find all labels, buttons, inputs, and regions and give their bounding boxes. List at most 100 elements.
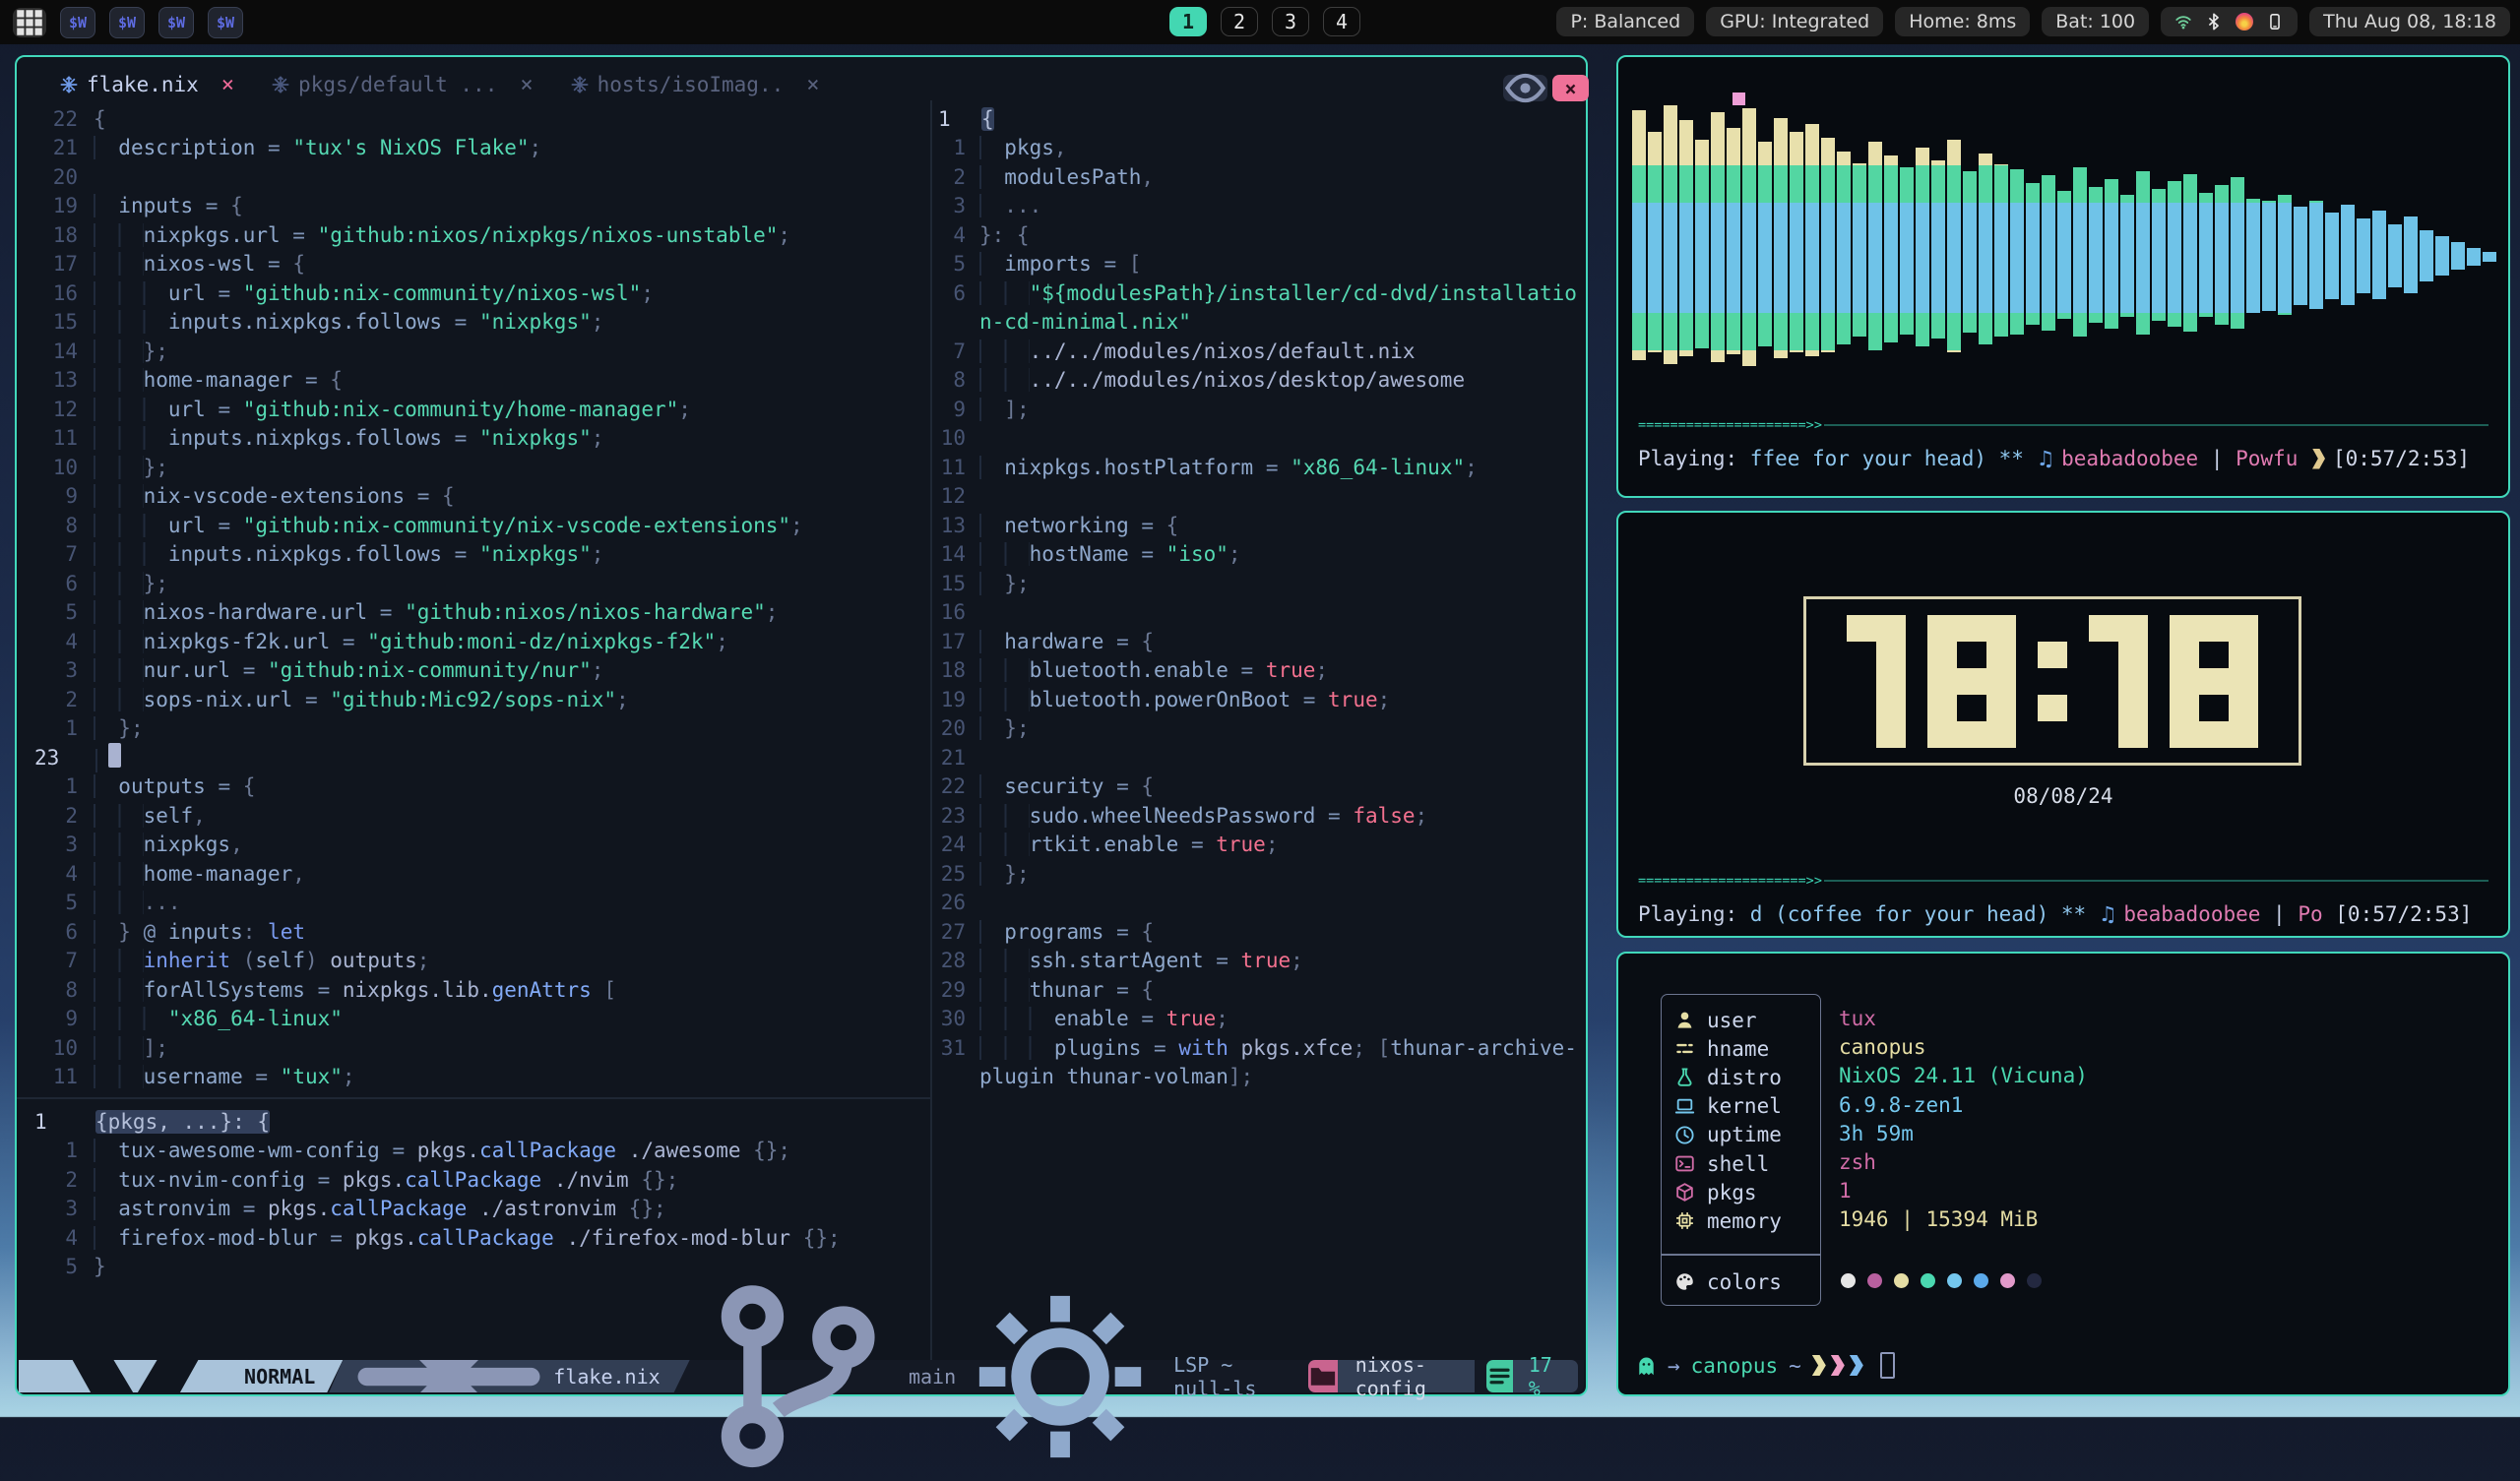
now-playing-line: Playing: d (coffee for your head) ** ♫ b… [1638, 902, 2488, 926]
track-progress-bar: =====================>> [1638, 873, 2488, 889]
vertical-split-divider[interactable] [930, 100, 932, 1365]
code-pane-flake[interactable]: 22{21 description = "tux's NixOS Flake";… [32, 104, 926, 1091]
code-line: 10 [936, 424, 1582, 454]
code-line: 29 thunar = { [936, 975, 1582, 1005]
clock-digit [1847, 615, 1906, 748]
digital-clock [1803, 596, 2301, 766]
pkgs-icon [1674, 1182, 1695, 1203]
code-line: 17 hardware = { [936, 627, 1582, 656]
code-line: 23 sudo.wheelNeedsPassword = false; [936, 801, 1582, 831]
tab-label: pkgs/default ... [298, 73, 497, 96]
tag-3[interactable]: 3 [1272, 7, 1309, 36]
visualizer-column [1884, 155, 1898, 342]
launcher-button[interactable] [13, 8, 46, 37]
code-pane-pkgs-default[interactable]: 1{pkgs, ...}: {1 tux-awesome-wm-config =… [32, 1107, 926, 1281]
progress-equals: =====================> [1638, 417, 1814, 433]
tab-close-icon[interactable]: × [221, 73, 234, 97]
fetch-value-kernel: 6.9.8-zen1 [1839, 1093, 1963, 1117]
now-playing-line: Playing: ffee for your head) ** ♫ beabad… [1638, 447, 2488, 470]
shell-prompt[interactable]: → canopus ~ [1636, 1352, 1895, 1379]
music-visualizer-window[interactable]: =====================>> Playing: ffee fo… [1616, 55, 2510, 498]
clock-widget-window[interactable]: 08/08/24 =====================>> Playing… [1616, 511, 2510, 938]
flame-icon[interactable] [2236, 13, 2253, 31]
color-dot [1894, 1273, 1909, 1288]
app-button[interactable]: $W [60, 7, 95, 38]
code-line: 5 imports = [ [936, 250, 1582, 279]
bluetooth-icon[interactable] [2205, 13, 2223, 31]
tag-1[interactable]: 1 [1169, 7, 1207, 36]
visualizer-column [2325, 213, 2339, 299]
color-dot [1841, 1273, 1856, 1288]
visualizer-column [1664, 105, 1677, 364]
distro-icon [1674, 1067, 1695, 1087]
branch-label: main [909, 1365, 956, 1388]
code-line: 20 [32, 162, 926, 192]
lsp-label: LSP ~ null-ls [1173, 1353, 1283, 1400]
playing-song: d (coffee for your head) ** [1750, 902, 2099, 926]
ghost-icon [1636, 1355, 1657, 1377]
code-line: 5 ... [32, 889, 926, 918]
code-line: 9 nix-vscode-extensions = { [32, 482, 926, 512]
horizontal-split-divider[interactable] [17, 1097, 930, 1099]
code-line: 14 hostName = "iso"; [936, 540, 1582, 570]
tab-hosts-isoImag-[interactable]: hosts/isoImag..× [571, 73, 820, 97]
lines-icon [1486, 1363, 1513, 1389]
gear-icon [956, 1272, 1165, 1481]
code-line: 4 firefox-mod-blur = pkgs.callPackage ./… [32, 1223, 926, 1253]
top-bar: $W$W$W$W 1234 P: BalancedGPU: Integrated… [0, 0, 2520, 44]
app-button[interactable]: $W [158, 7, 194, 38]
code-pane-iso-image[interactable]: 1{1 pkgs,2 modulesPath,3 ...4}: {5 impor… [936, 104, 1582, 1091]
progress-arrow: > [1814, 873, 1822, 889]
tag-4[interactable]: 4 [1323, 7, 1360, 36]
visualizer-column [2010, 169, 2024, 335]
visualizer-column [2026, 183, 2040, 325]
code-line: 7 inherit (self) outputs; [32, 947, 926, 976]
project-label: nixos-config [1338, 1360, 1475, 1392]
app-button[interactable]: $W [208, 7, 243, 38]
memory-icon [1674, 1210, 1695, 1231]
statusline: NORMAL flake.nix main LSP ~ null-ls nixo… [19, 1360, 1584, 1392]
playing-time: [0:57/2:53] [2333, 447, 2470, 470]
color-dot [1921, 1273, 1935, 1288]
playing-artist: beabadoobee [2061, 447, 2198, 470]
code-line: 3 nixpkgs, [32, 831, 926, 860]
tab-label: flake.nix [87, 73, 199, 96]
uptime-icon [1674, 1125, 1695, 1145]
code-line: 7 ../../modules/nixos/default.nix [936, 337, 1582, 366]
tab-close-icon[interactable]: × [806, 73, 819, 97]
code-line: 3 nur.url = "github:nix-community/nur"; [32, 656, 926, 686]
playing-artist: Powfu [2236, 447, 2310, 470]
visualizer-column [2388, 224, 2402, 287]
palette-icon [1674, 1271, 1695, 1292]
chevron-icon [2312, 449, 2325, 469]
network-icon[interactable] [2174, 13, 2192, 31]
visualizer-column [2057, 191, 2071, 319]
code-line: 31 plugins = with pkgs.xfce; [thunar-arc… [936, 1033, 1582, 1063]
fetch-row-distro: distro [1674, 1063, 1782, 1091]
visualizer-column [1711, 112, 1725, 362]
fetch-row-uptime: uptime [1674, 1121, 1782, 1149]
audio-visualizer [1632, 71, 2494, 425]
code-line: 22{ [32, 104, 926, 134]
visualizer-column [1821, 138, 1835, 352]
code-line: 20 }; [936, 714, 1582, 744]
visualizer-column [2105, 179, 2118, 329]
playing-lbl: Playing: [1638, 902, 1750, 926]
visualizer-column [1979, 154, 1992, 344]
tag-2[interactable]: 2 [1221, 7, 1258, 36]
app-button[interactable]: $W [109, 7, 145, 38]
neovim-window[interactable]: flake.nix×pkgs/default ...×hosts/isoImag… [15, 55, 1588, 1396]
tab-flake-nix[interactable]: flake.nix × [60, 73, 234, 97]
code-line: 16 url = "github:nix-community/nixos-wsl… [32, 278, 926, 308]
tab-pkgs-default-[interactable]: pkgs/default ... × [272, 73, 534, 97]
terminal-fetch-window[interactable]: userhnamedistrokerneluptimeshellpkgsmemo… [1616, 952, 2510, 1396]
window-close-button[interactable]: × [1552, 75, 1589, 101]
git-branch-icon [694, 1272, 902, 1480]
phone-icon[interactable] [2266, 13, 2284, 31]
code-line: 30 enable = true; [936, 1005, 1582, 1034]
fetch-value-uptime: 3h 59m [1839, 1122, 1914, 1145]
playing-sep: | [2260, 902, 2298, 926]
fetch-row-shell: shell [1674, 1149, 1769, 1178]
tab-close-icon[interactable]: × [520, 73, 533, 97]
window-toggle-button[interactable] [1503, 75, 1547, 101]
